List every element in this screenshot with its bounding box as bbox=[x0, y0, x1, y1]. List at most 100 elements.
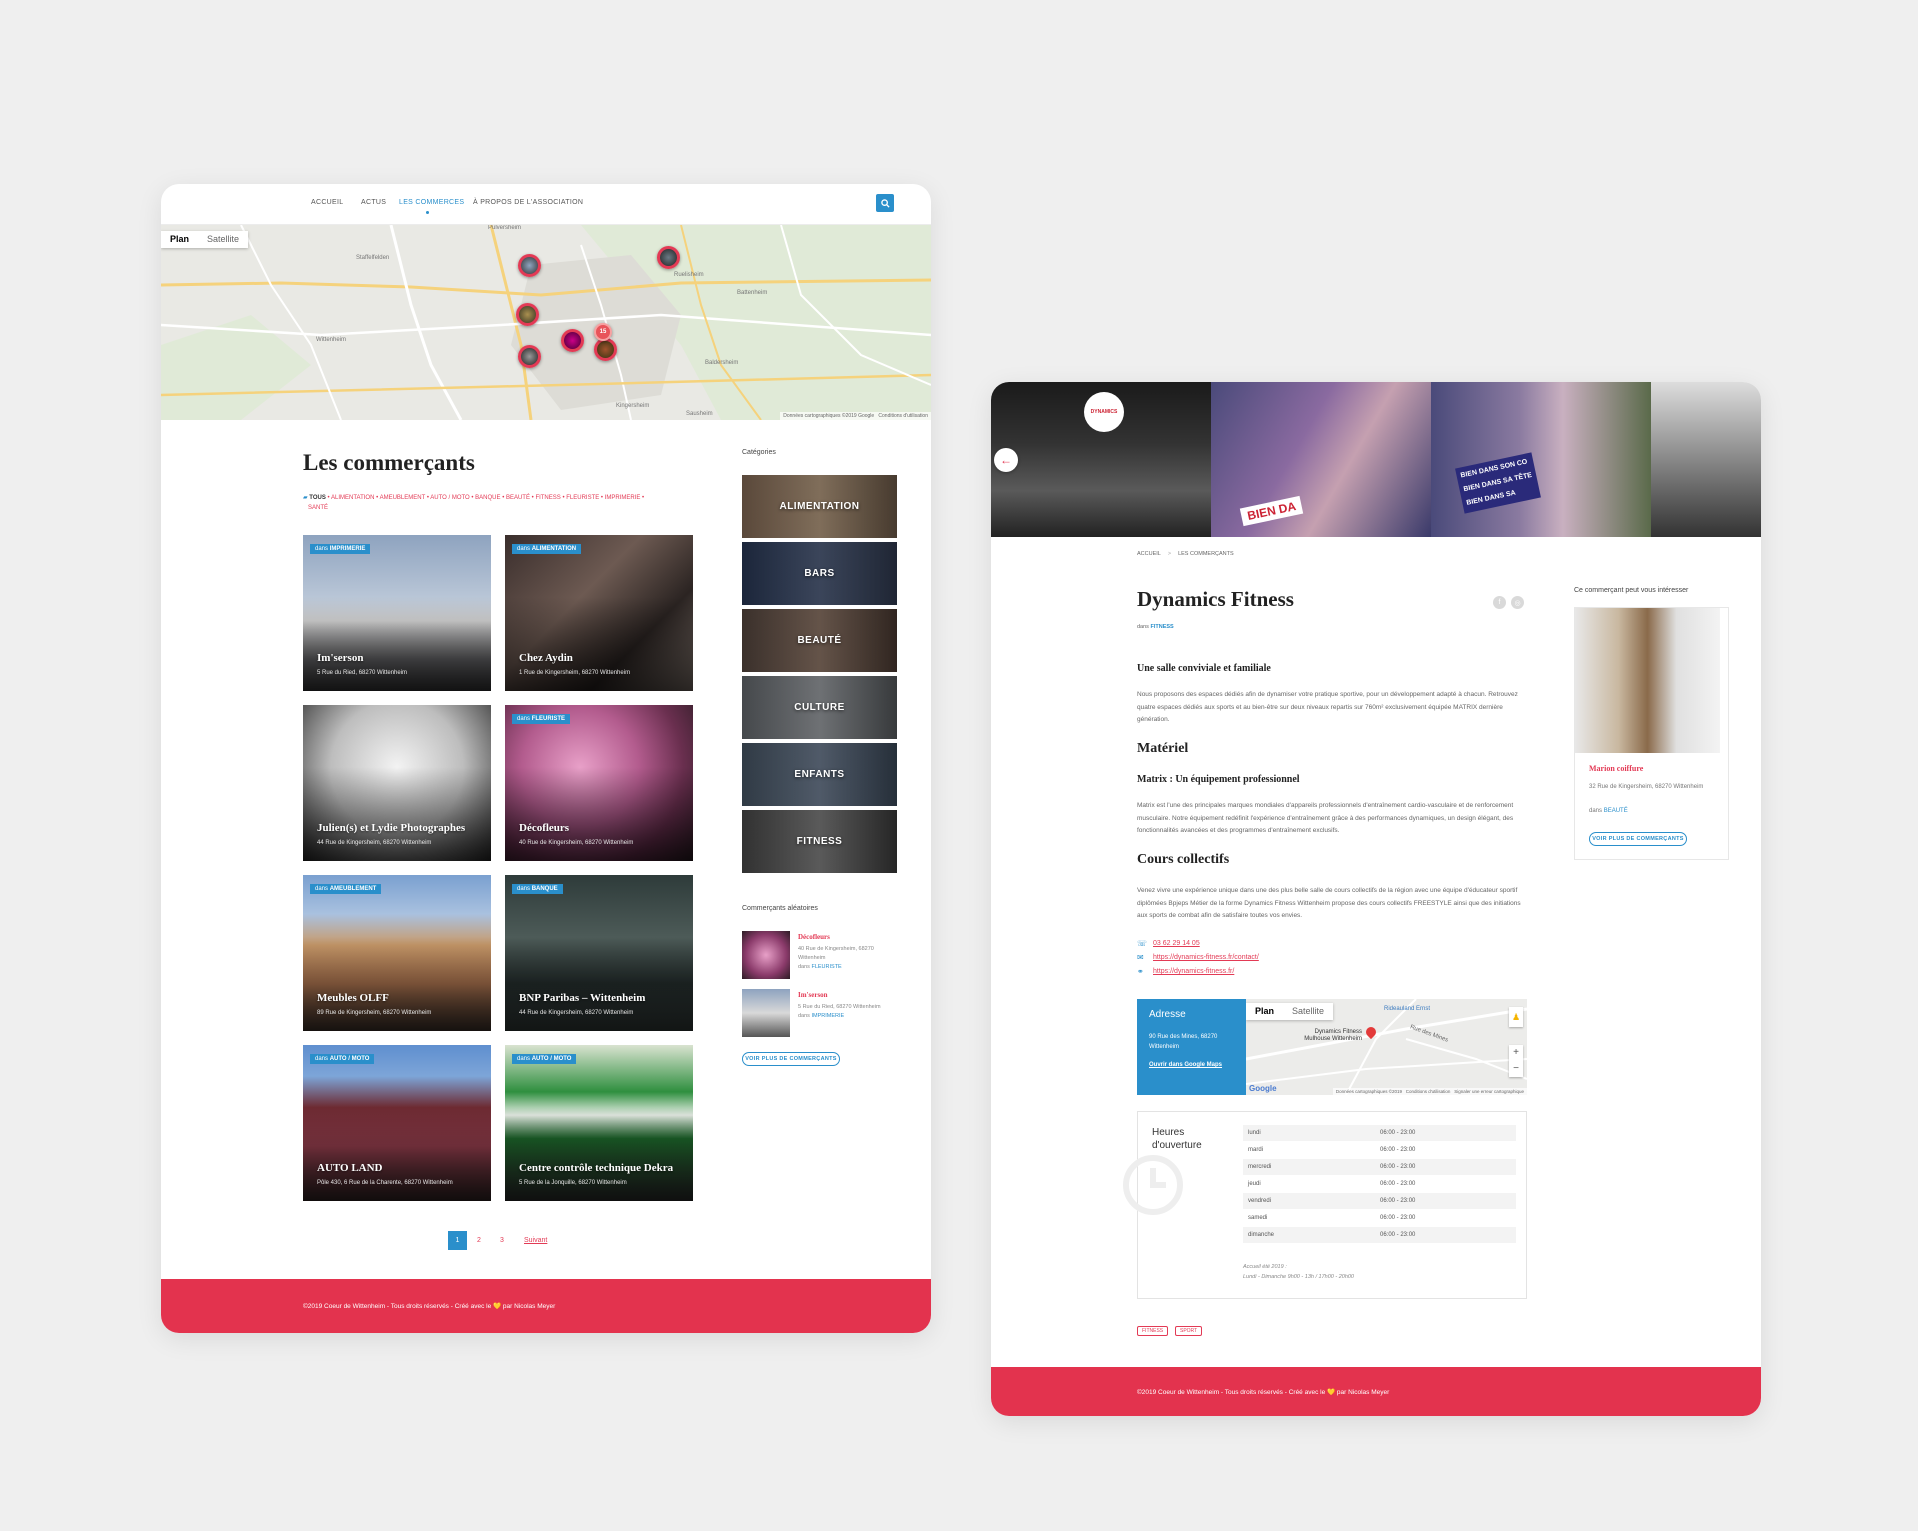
filter-ameublement[interactable]: AMEUBLEMENT bbox=[380, 495, 426, 501]
map-place-label: Kingersheim bbox=[616, 403, 650, 409]
more-shops-button[interactable]: VOIR PLUS DE COMMERÇANTS bbox=[1589, 832, 1687, 846]
link-icon: ⚭ bbox=[1137, 967, 1144, 976]
related-shop-card[interactable]: Marion coiffure 32 Rue de Kingersheim, 6… bbox=[1574, 607, 1729, 860]
section-subheading: Matrix : Un équipement professionnel bbox=[1137, 774, 1300, 785]
category-beaute[interactable]: BEAUTÉ bbox=[742, 609, 897, 672]
logo-badge: DYNAMICS bbox=[1084, 392, 1124, 432]
filter-fleuriste[interactable]: FLEURISTE bbox=[566, 495, 599, 501]
category-fitness[interactable]: FITNESS bbox=[742, 810, 897, 873]
shop-card[interactable]: dans FLEURISTE Décofleurs 40 Rue de King… bbox=[505, 705, 693, 861]
related-shop-name[interactable]: Marion coiffure bbox=[1589, 764, 1643, 773]
section-text: Nous proposons des espaces dédiés afin d… bbox=[1137, 691, 1518, 723]
category-badge: dans ALIMENTATION bbox=[512, 544, 582, 554]
map-plan-button[interactable]: Plan bbox=[161, 231, 198, 248]
section-text: Matrix est l'une des principales marques… bbox=[1137, 802, 1514, 834]
category-culture[interactable]: CULTURE bbox=[742, 676, 897, 739]
related-shop-category: dans BEAUTÉ bbox=[1589, 808, 1628, 814]
nav-about[interactable]: À PROPOS DE L'ASSOCIATION bbox=[473, 199, 583, 206]
zoom-in-button[interactable]: + bbox=[1509, 1045, 1523, 1061]
map-satellite-button[interactable]: Satellite bbox=[1283, 1003, 1333, 1020]
map-type-toggle: Plan Satellite bbox=[1246, 1003, 1334, 1020]
section-heading: Une salle conviviale et familiale bbox=[1137, 663, 1271, 674]
map-marker[interactable] bbox=[518, 254, 541, 277]
map-place-label: Baldersheim bbox=[705, 360, 739, 366]
random-shop-address: 40 Rue de Kingersheim, 68270 Wittenheim … bbox=[798, 946, 874, 970]
pegman-icon[interactable]: ♟ bbox=[1509, 1007, 1523, 1027]
shop-card[interactable]: dans BANQUE BNP Paribas – Wittenheim 44 … bbox=[505, 875, 693, 1031]
shop-card[interactable]: Julien(s) et Lydie Photographes 44 Rue d… bbox=[303, 705, 491, 861]
shop-card[interactable]: dans AMEUBLEMENT Meubles OLFF 89 Rue de … bbox=[303, 875, 491, 1031]
filter-fitness[interactable]: FITNESS bbox=[535, 495, 560, 501]
hours-row: samedi 06:00 - 23:00 bbox=[1248, 1215, 1416, 1221]
address-box: Adresse 90 Rue des Mines, 68270 Wittenhe… bbox=[1137, 999, 1246, 1095]
shop-name: Chez Aydin bbox=[519, 652, 573, 664]
zoom-out-button[interactable]: − bbox=[1509, 1061, 1523, 1077]
open-google-maps-link[interactable]: Ouvrir dans Google Maps bbox=[1149, 1062, 1234, 1068]
more-shops-button[interactable]: VOIR PLUS DE COMMERÇANTS bbox=[742, 1052, 840, 1066]
random-shop-name[interactable]: Im'serson bbox=[798, 991, 828, 999]
map-satellite-button[interactable]: Satellite bbox=[198, 231, 248, 248]
category-enfants[interactable]: ENFANTS bbox=[742, 743, 897, 806]
facebook-icon[interactable]: f bbox=[1493, 596, 1506, 609]
carousel-prev-button[interactable]: ← bbox=[994, 448, 1018, 472]
location-map[interactable]: Plan Satellite Rideauland Ernst Dynamics… bbox=[1246, 999, 1527, 1095]
shop-card[interactable]: dans ALIMENTATION Chez Aydin 1 Rue de Ki… bbox=[505, 535, 693, 691]
breadcrumb: ACCUEIL > LES COMMERÇANTS bbox=[1137, 551, 1234, 557]
category-bars[interactable]: BARS bbox=[742, 542, 897, 605]
email-link[interactable]: https://dynamics-fitness.fr/contact/ bbox=[1153, 954, 1259, 961]
hours-row: vendredi 06:00 - 23:00 bbox=[1243, 1193, 1516, 1209]
search-button[interactable] bbox=[876, 194, 894, 212]
shops-map[interactable]: Plan Satellite Pulversheim Staffelfelden… bbox=[161, 225, 931, 420]
random-shop-item[interactable]: Décofleurs 40 Rue de Kingersheim, 68270 … bbox=[742, 931, 897, 983]
photo-carousel[interactable]: DYNAMICS BIEN DA BIEN DANS SON CO BIEN DA… bbox=[991, 382, 1761, 537]
shop-address: 89 Rue de Kingersheim, 68270 Wittenheim bbox=[317, 1010, 432, 1016]
page-1-button[interactable]: 1 bbox=[448, 1231, 467, 1250]
filter-sante[interactable]: SANTÉ bbox=[308, 505, 328, 511]
random-shop-item[interactable]: Im'serson 5 Rue du Ried, 68270 Wittenhei… bbox=[742, 989, 897, 1041]
shop-card[interactable]: dans AUTO / MOTO Centre contrôle techniq… bbox=[505, 1045, 693, 1201]
breadcrumb-home[interactable]: ACCUEIL bbox=[1137, 551, 1161, 557]
categories-title: Catégories bbox=[742, 449, 776, 456]
filter-banque[interactable]: BANQUE bbox=[475, 495, 500, 501]
map-marker[interactable] bbox=[594, 338, 617, 361]
shop-card[interactable]: dans IMPRIMERIE Im'serson 5 Rue du Ried,… bbox=[303, 535, 491, 691]
random-shop-name[interactable]: Décofleurs bbox=[798, 933, 830, 941]
map-marker[interactable] bbox=[657, 246, 680, 269]
page-3-link[interactable]: 3 bbox=[500, 1237, 504, 1244]
section-heading: Matériel bbox=[1137, 741, 1189, 756]
filter-all[interactable]: TOUS bbox=[309, 495, 326, 501]
breadcrumb-current[interactable]: LES COMMERÇANTS bbox=[1178, 551, 1234, 557]
filter-imprimerie[interactable]: IMPRIMERIE bbox=[605, 495, 641, 501]
phone-icon: ☏ bbox=[1137, 939, 1148, 948]
shop-category: dans FITNESS bbox=[1137, 624, 1174, 630]
map-plan-button[interactable]: Plan bbox=[1246, 1003, 1283, 1020]
related-shop-photo bbox=[1575, 608, 1720, 753]
shop-address: 44 Rue de Kingersheim, 68270 Wittenheim bbox=[519, 1010, 634, 1016]
listing-page-screenshot: ACCUEIL ACTUS LES COMMERCES À PROPOS DE … bbox=[161, 184, 931, 1333]
page-2-link[interactable]: 2 bbox=[477, 1237, 481, 1244]
nav-shops[interactable]: LES COMMERCES bbox=[399, 199, 464, 206]
nav-home[interactable]: ACCUEIL bbox=[311, 199, 343, 206]
nav-news[interactable]: ACTUS bbox=[361, 199, 386, 206]
next-page-link[interactable]: Suivant bbox=[524, 1237, 547, 1244]
map-marker[interactable] bbox=[561, 329, 584, 352]
shop-name: Centre contrôle technique Dekra bbox=[519, 1162, 674, 1174]
shop-category-link[interactable]: FITNESS bbox=[1150, 624, 1173, 630]
website-link[interactable]: https://dynamics-fitness.fr/ bbox=[1153, 968, 1234, 975]
shop-card[interactable]: dans AUTO / MOTO AUTO LAND Pôle 430, 6 R… bbox=[303, 1045, 491, 1201]
map-marker[interactable] bbox=[518, 345, 541, 368]
tag-sport[interactable]: SPORT bbox=[1175, 1326, 1203, 1336]
map-cluster-marker[interactable]: 15 bbox=[594, 323, 612, 341]
address-title: Adresse bbox=[1149, 1009, 1186, 1020]
filter-beaute[interactable]: BEAUTÉ bbox=[506, 495, 530, 501]
filter-auto-moto[interactable]: AUTO / MOTO bbox=[430, 495, 469, 501]
category-badge: dans FLEURISTE bbox=[512, 714, 571, 724]
folder-icon: ▰ bbox=[303, 495, 308, 501]
instagram-icon[interactable]: ◎ bbox=[1511, 596, 1524, 609]
shop-thumbnail bbox=[742, 989, 790, 1037]
category-alimentation[interactable]: ALIMENTATION bbox=[742, 475, 897, 538]
phone-link[interactable]: 03 62 29 14 05 bbox=[1153, 940, 1200, 947]
map-marker[interactable] bbox=[516, 303, 539, 326]
filter-alimentation[interactable]: ALIMENTATION bbox=[331, 495, 374, 501]
tag-fitness[interactable]: FITNESS bbox=[1137, 1326, 1169, 1336]
